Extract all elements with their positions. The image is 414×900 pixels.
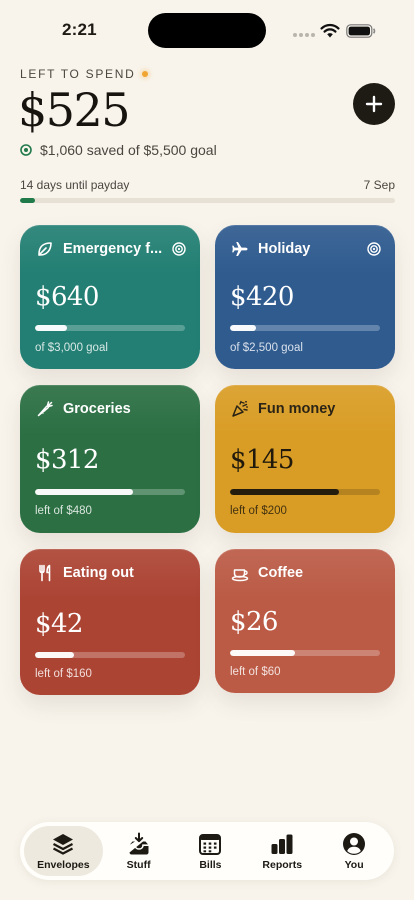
tab-stuff[interactable]: Stuff — [103, 826, 175, 876]
envelope-progress-fill — [35, 652, 74, 658]
tab-reports[interactable]: Reports — [246, 826, 318, 876]
envelope-subtitle: left of $60 — [230, 666, 281, 678]
envelope-progress-bar — [230, 325, 380, 331]
envelope-progress-fill — [230, 325, 256, 331]
card-header: Coffee — [231, 564, 381, 582]
bar-chart-icon — [271, 834, 293, 854]
envelope-progress-bar — [230, 489, 380, 495]
envelope-amount: $26 — [230, 607, 278, 637]
tab-you[interactable]: You — [318, 826, 390, 876]
envelope-card-coffee[interactable]: Coffee $26 left of $60 — [215, 549, 395, 693]
envelope-card-eating-out[interactable]: Eating out $42 left of $160 — [20, 549, 200, 695]
payday-progress-bar — [20, 198, 395, 203]
envelope-amount: $640 — [35, 282, 99, 312]
coffee-cup-icon — [231, 569, 249, 582]
tab-label: Envelopes — [37, 858, 90, 871]
tab-label: You — [344, 858, 364, 871]
fork-knife-icon — [39, 564, 51, 582]
payday-progress-fill — [20, 198, 35, 203]
envelope-amount: $312 — [35, 445, 99, 475]
target-icon — [20, 144, 32, 156]
saved-text: $1,060 saved of $5,500 goal — [40, 142, 217, 158]
envelope-subtitle: left of $160 — [35, 668, 92, 680]
payday-row: 14 days until payday 7 Sep — [20, 178, 395, 192]
airplane-icon — [232, 242, 248, 256]
goal-target-icon — [367, 242, 381, 256]
envelope-amount: $42 — [35, 609, 83, 639]
payday-countdown: 14 days until payday — [20, 178, 130, 192]
status-time: 2:21 — [62, 20, 97, 39]
bottom-tab-bar: Envelopes Stuff Bills Reports You — [20, 822, 394, 880]
tab-label: Bills — [199, 858, 222, 871]
envelope-amount: $420 — [230, 282, 294, 312]
savings-summary: $1,060 saved of $5,500 goal — [20, 142, 217, 158]
envelope-progress-fill — [35, 325, 67, 331]
envelope-card-groceries[interactable]: Groceries $312 left of $480 — [20, 385, 200, 533]
envelope-name: Eating out — [63, 565, 134, 581]
envelope-progress-fill — [230, 489, 339, 495]
envelope-name: Fun money — [258, 401, 336, 417]
inbox-tray-icon — [129, 832, 149, 854]
tab-label: Stuff — [126, 858, 151, 871]
envelope-name: Coffee — [258, 565, 304, 581]
party-popper-icon — [232, 400, 248, 417]
plus-icon — [365, 95, 383, 113]
envelope-progress-bar — [35, 489, 185, 495]
envelope-subtitle: of $2,500 goal — [230, 342, 303, 354]
add-button[interactable] — [353, 83, 395, 125]
leaf-icon — [38, 242, 52, 256]
envelope-subtitle: of $3,000 goal — [35, 342, 108, 354]
envelope-subtitle: left of $200 — [230, 505, 287, 517]
tab-bills[interactable]: Bills — [175, 826, 247, 876]
card-header: Eating out — [36, 564, 186, 582]
status-bar: 2:21 — [0, 0, 414, 58]
envelope-progress-bar — [35, 325, 185, 331]
card-header: Fun money — [231, 400, 381, 418]
envelope-progress-bar — [230, 650, 380, 656]
left-to-spend-amount: $525 — [18, 83, 131, 137]
envelope-name: Emergency f... — [63, 241, 163, 257]
envelope-card-emergency-fund[interactable]: Emergency f... $640 of $3,000 goal — [20, 225, 200, 369]
tab-envelopes[interactable]: Envelopes — [24, 826, 103, 876]
envelope-progress-fill — [35, 489, 133, 495]
person-icon — [343, 832, 366, 855]
envelope-subtitle: left of $480 — [35, 505, 92, 517]
envelope-card-fun-money[interactable]: Fun money $145 left of $200 — [215, 385, 395, 533]
cellular-signal-icon — [293, 33, 315, 37]
payday-date: 7 Sep — [363, 178, 395, 192]
calendar-icon — [199, 833, 222, 855]
dynamic-island — [148, 13, 266, 48]
left-to-spend-text: LEFT TO SPEND — [20, 67, 136, 81]
status-dot-icon — [142, 71, 149, 77]
envelope-name: Holiday — [258, 241, 311, 257]
battery-icon — [346, 24, 376, 38]
envelope-progress-fill — [230, 650, 295, 656]
card-header: Holiday — [231, 240, 381, 258]
envelope-amount: $145 — [230, 445, 294, 475]
envelope-progress-bar — [35, 652, 185, 658]
tab-label: Reports — [262, 858, 303, 871]
carrot-icon — [37, 401, 53, 417]
envelope-name: Groceries — [63, 401, 131, 417]
card-header: Emergency f... — [36, 240, 186, 258]
left-to-spend-label: LEFT TO SPEND — [20, 67, 149, 81]
envelope-card-holiday[interactable]: Holiday $420 of $2,500 goal — [215, 225, 395, 369]
stack-icon — [53, 833, 74, 855]
wifi-icon — [320, 23, 340, 38]
card-header: Groceries — [36, 400, 186, 418]
goal-target-icon — [172, 242, 186, 256]
